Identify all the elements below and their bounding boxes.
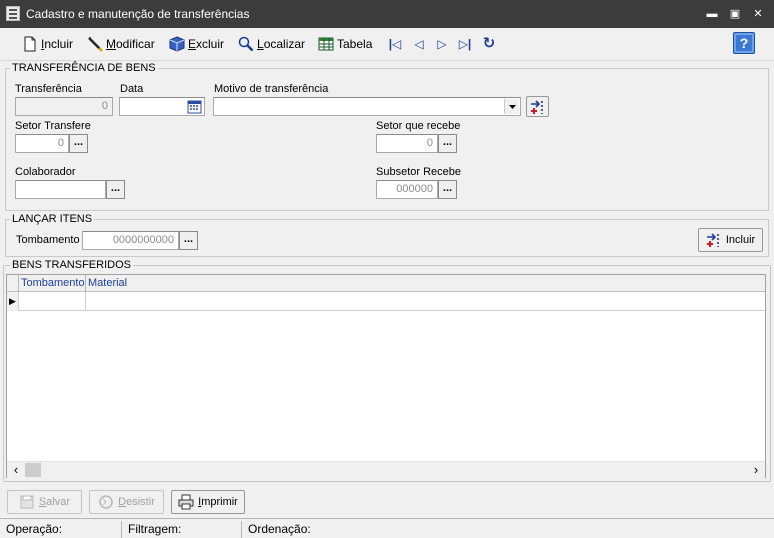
colaborador-lookup-button[interactable]: ...	[106, 180, 125, 199]
pencil-icon	[87, 36, 103, 52]
cell-tombamento[interactable]	[19, 292, 86, 311]
data-label: Data	[120, 83, 144, 95]
undo-icon	[98, 494, 114, 510]
subsetor-lookup-button[interactable]: ...	[438, 180, 457, 199]
setor-transfere-lookup-button[interactable]: ...	[69, 134, 88, 153]
column-header-material[interactable]: Material	[86, 275, 765, 292]
first-record-icon[interactable]: |◁	[388, 36, 402, 52]
add-list-icon	[530, 99, 546, 115]
incluir-item-button[interactable]: Incluir	[698, 228, 763, 252]
row-indicator-icon: ▶	[7, 292, 19, 311]
localizar-button[interactable]: Localizar	[238, 35, 305, 53]
scroll-thumb[interactable]	[25, 463, 41, 477]
new-document-icon	[22, 36, 38, 52]
help-button[interactable]: ?	[733, 32, 755, 54]
table-row[interactable]: ▶	[7, 292, 765, 311]
dropdown-arrow-icon[interactable]	[504, 99, 519, 114]
incluir-button[interactable]: Incluir	[22, 35, 73, 53]
tabela-button[interactable]: Tabela	[318, 35, 372, 53]
printer-icon	[178, 494, 194, 510]
status-ordenacao: Ordenação:	[248, 522, 311, 536]
scroll-left-icon[interactable]: ‹	[9, 462, 23, 478]
motivo-label: Motivo de transferência	[214, 83, 329, 95]
add-list-icon	[706, 232, 722, 248]
grid-header: Tombamento Material	[7, 275, 765, 292]
app-icon[interactable]	[6, 6, 20, 21]
tombamento-label: Tombamento	[16, 234, 80, 246]
excluir-button[interactable]: Excluir	[169, 35, 224, 53]
toolbar: Incluir Modificar Excluir Localizar Tabe…	[0, 28, 774, 61]
transferencia-label: Transferência	[15, 83, 82, 95]
motivo-select[interactable]	[213, 97, 521, 116]
status-filtragem: Filtragem:	[124, 521, 242, 538]
setor-recebe-field[interactable]: 0	[376, 134, 438, 153]
grid-indicator-header	[7, 275, 19, 292]
window-title: Cadastro e manutenção de transferências	[26, 7, 250, 21]
table-grid-icon	[318, 36, 334, 52]
title-bar[interactable]: Cadastro e manutenção de transferências …	[0, 0, 774, 28]
refresh-icon[interactable]: ↻	[482, 36, 496, 52]
salvar-button[interactable]: Salvar	[7, 490, 82, 514]
find-icon	[238, 36, 254, 52]
colaborador-label: Colaborador	[15, 166, 76, 178]
setor-transfere-label: Setor Transfere	[15, 120, 91, 132]
horizontal-scrollbar[interactable]: ‹ ›	[7, 461, 765, 478]
lancar-itens-group-title: LANÇAR ITENS	[10, 213, 95, 225]
desistir-button[interactable]: Desistir	[89, 490, 164, 514]
colaborador-field[interactable]	[15, 180, 106, 199]
bens-grid[interactable]: Tombamento Material ▶ ‹ ›	[6, 274, 766, 478]
setor-recebe-lookup-button[interactable]: ...	[438, 134, 457, 153]
cell-material[interactable]	[86, 292, 765, 311]
column-header-tombamento[interactable]: Tombamento	[19, 275, 86, 292]
scroll-right-icon[interactable]: ›	[749, 462, 763, 478]
transferencia-group-title: TRANSFERÊNCIA DE BENS	[10, 62, 158, 74]
bens-transferidos-group-title: BENS TRANSFERIDOS	[10, 259, 133, 271]
setor-transfere-field[interactable]: 0	[15, 134, 69, 153]
calendar-icon[interactable]	[187, 99, 202, 114]
setor-recebe-label: Setor que recebe	[376, 120, 461, 132]
add-motivo-button[interactable]	[526, 96, 549, 117]
maximize-icon[interactable]: ▣	[726, 6, 744, 22]
tombamento-field[interactable]: 0000000000	[82, 231, 179, 250]
save-disk-icon	[19, 494, 35, 510]
last-record-icon[interactable]: ▷|	[458, 36, 472, 52]
delete-box-icon	[169, 36, 185, 52]
previous-record-icon[interactable]: ◁	[412, 36, 426, 52]
tombamento-lookup-button[interactable]: ...	[179, 231, 198, 250]
status-bar: Operação: Filtragem: Ordenação:	[0, 518, 774, 538]
imprimir-button[interactable]: Imprimir	[171, 490, 245, 514]
subsetor-field[interactable]: 000000	[376, 180, 438, 199]
minimize-icon[interactable]: ▬	[703, 6, 721, 22]
next-record-icon[interactable]: ▷	[435, 36, 449, 52]
close-icon[interactable]: ✕	[749, 6, 767, 22]
status-operacao: Operação:	[2, 521, 122, 538]
subsetor-label: Subsetor Recebe	[376, 166, 461, 178]
modificar-button[interactable]: Modificar	[87, 35, 155, 53]
transferencia-field[interactable]: 0	[15, 97, 113, 116]
